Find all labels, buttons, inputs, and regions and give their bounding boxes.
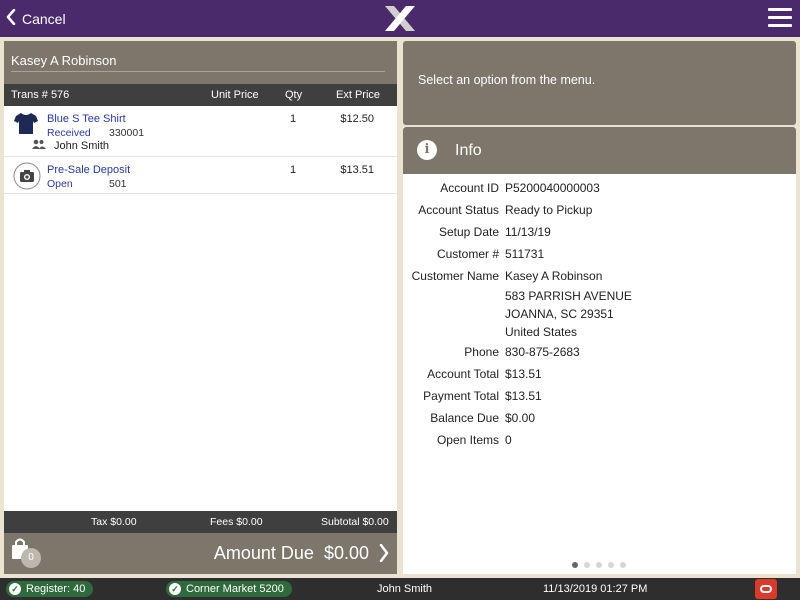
page-dot[interactable] [596,562,602,568]
associate-name: John Smith [54,139,110,152]
info-label: Account Status [418,203,499,217]
top-bar: Cancel [0,0,800,37]
register-label: Register: 40 [26,583,86,595]
info-details: Account ID P5200040000003 Account Status R… [403,177,796,451]
info-label: Account ID [440,181,499,195]
item-status: Received [47,127,91,139]
info-label: Account Total [427,367,499,381]
tax-total: Tax $0.00 [91,516,137,528]
page-dot[interactable] [608,562,614,568]
trans-number: Trans # 576 [11,89,70,101]
item-qty: 1 [290,164,297,176]
address-line: 583 PARRISH AVENUE [403,287,796,305]
address-line: JOANNA, SC 29351 [403,305,796,323]
item-name: Pre-Sale Deposit [47,164,131,176]
register-status[interactable]: ✓ Register: 40 [6,581,94,597]
amount-due: Amount Due $0.00 [213,543,369,563]
page-dot[interactable] [584,562,590,568]
item-ext-price: $13.51 [340,164,374,176]
transaction-panel: Kasey A Robinson Trans # 576 Unit Price … [4,41,397,574]
item-code: 501 [109,178,127,190]
page-indicator[interactable] [572,562,632,568]
item-qty: 1 [290,113,297,125]
customer-name[interactable]: Kasey A Robinson [11,53,117,68]
info-row: Setup Date 11/13/19 [403,221,796,243]
people-icon [32,139,46,152]
subtotal: Subtotal $0.00 [321,516,389,528]
ext-price-header: Ext Price [336,89,381,101]
address-country: United States [505,325,578,339]
fees-total: Fees $0.00 [210,516,263,528]
divider [11,71,385,72]
info-row: Account Total $13.51 [403,363,796,385]
chevron-right-icon [379,543,389,565]
check-icon: ✓ [169,583,181,595]
address-city: JOANNA, SC 29351 [505,307,614,321]
page-dot[interactable] [620,562,626,568]
item-name: Blue S Tee Shirt [47,113,126,125]
totals-bar: Tax $0.00 Fees $0.00 Subtotal $0.00 [4,511,397,533]
list-item[interactable]: Pre-Sale Deposit Open 501 1 $13.51 [4,157,397,194]
info-value: $13.51 [505,389,542,403]
info-value: 11/13/19 [505,225,551,239]
info-title: Info [455,142,482,159]
address-street: 583 PARRISH AVENUE [505,289,632,303]
info-value: 0 [505,433,512,447]
chevron-left-icon [6,8,16,28]
page-dot[interactable] [572,562,578,568]
info-row: Open Items 0 [403,429,796,451]
info-row: Account ID P5200040000003 [403,177,796,199]
hamburger-menu-icon[interactable] [768,8,792,28]
info-value: $13.51 [505,367,542,381]
info-value: P5200040000003 [505,181,600,195]
status-user: John Smith [377,583,433,595]
info-row: Payment Total $13.51 [403,385,796,407]
x-logo-icon [383,5,417,32]
associate: John Smith [32,139,109,152]
info-label: Customer Name [411,269,499,283]
transaction-header: Trans # 576 Unit Price Qty Ext Price [4,84,397,106]
info-row: Customer Name Kasey A Robinson [403,265,796,287]
info-header[interactable]: i Info [403,127,796,174]
info-label: Setup Date [438,225,499,239]
info-value: 830-875-2683 [505,345,580,359]
info-value: $0.00 [505,411,536,425]
check-icon: ✓ [9,583,21,595]
customer-header: Kasey A Robinson [4,41,397,84]
info-row: Phone 830-875-2683 [403,341,796,363]
info-label: Open Items [436,433,499,447]
amount-due-bar[interactable]: 0 Amount Due $0.00 [4,533,397,574]
info-label: Phone [464,345,499,359]
oracle-alert-icon[interactable] [755,579,777,599]
store-status[interactable]: ✓ Corner Market 5200 [166,581,292,597]
info-label: Payment Total [423,389,499,403]
menu-message-panel: Select an option from the menu. [403,41,796,125]
item-status: Open [47,178,73,190]
camera-icon [13,162,41,193]
info-value: 511731 [505,247,545,261]
store-label: Corner Market 5200 [186,583,284,595]
bag-count-badge: 0 [21,548,41,568]
list-item[interactable]: Blue S Tee Shirt Received 330001 1 $12.5… [4,106,397,157]
info-icon: i [417,140,437,160]
menu-message: Select an option from the menu. [418,73,596,87]
info-panel: i Info Account ID P5200040000003 Account … [403,127,796,574]
info-row: Customer # 511731 [403,243,796,265]
cancel-label: Cancel [22,10,66,27]
qty-header: Qty [285,89,303,101]
info-label: Balance Due [430,411,499,425]
info-value: Ready to Pickup [505,203,593,217]
unit-price-header: Unit Price [211,89,259,101]
info-value: Kasey A Robinson [505,269,603,283]
tshirt-icon [13,110,39,139]
address-line: United States [403,323,796,341]
cancel-button[interactable]: Cancel [6,0,66,37]
status-datetime: 11/13/2019 01:27 PM [543,583,648,595]
item-code: 330001 [109,127,145,139]
info-label: Customer # [436,247,499,261]
status-bar: ✓ Register: 40 ✓ Corner Market 5200 John… [0,578,800,600]
info-row: Balance Due $0.00 [403,407,796,429]
item-ext-price: $12.50 [340,113,374,125]
info-row: Account Status Ready to Pickup [403,199,796,221]
